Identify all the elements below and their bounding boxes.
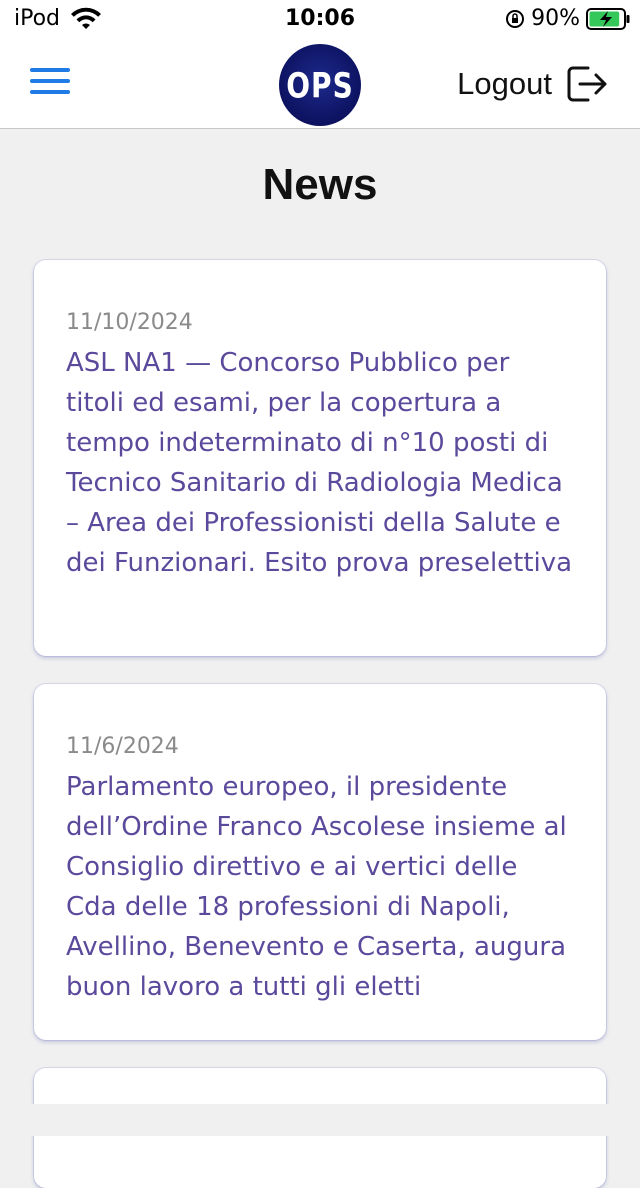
logout-icon: [567, 66, 607, 102]
status-bar: iPod 10:06 90%: [0, 0, 640, 40]
menu-icon[interactable]: [30, 68, 70, 98]
logo-text: OPS: [286, 64, 354, 106]
nav-bar: OPS Logout: [0, 40, 640, 129]
news-date: 11/6/2024: [66, 734, 179, 759]
bottom-edge: [0, 1104, 640, 1136]
battery-charging-icon: [586, 7, 630, 30]
status-right: 90%: [505, 6, 630, 31]
menu-line: [30, 90, 70, 94]
news-card[interactable]: 11/6/2024 Parlamento europeo, il preside…: [34, 684, 606, 1040]
orientation-lock-icon: [506, 9, 525, 28]
logout-label: Logout: [457, 66, 552, 101]
news-date: 11/10/2024: [66, 310, 193, 335]
logout-button[interactable]: Logout: [457, 62, 608, 106]
menu-line: [30, 68, 70, 72]
page-title: News: [262, 160, 378, 209]
battery-percent: 90%: [531, 6, 580, 31]
news-title[interactable]: Parlamento europeo, il presidente dell’O…: [66, 767, 574, 1007]
news-card[interactable]: 11/10/2024 ASL NA1 — Concorso Pubblico p…: [34, 260, 606, 656]
ops-logo[interactable]: OPS: [279, 44, 361, 126]
news-title[interactable]: ASL NA1 — Concorso Pubblico per titoli e…: [66, 343, 574, 583]
menu-line: [30, 79, 70, 83]
